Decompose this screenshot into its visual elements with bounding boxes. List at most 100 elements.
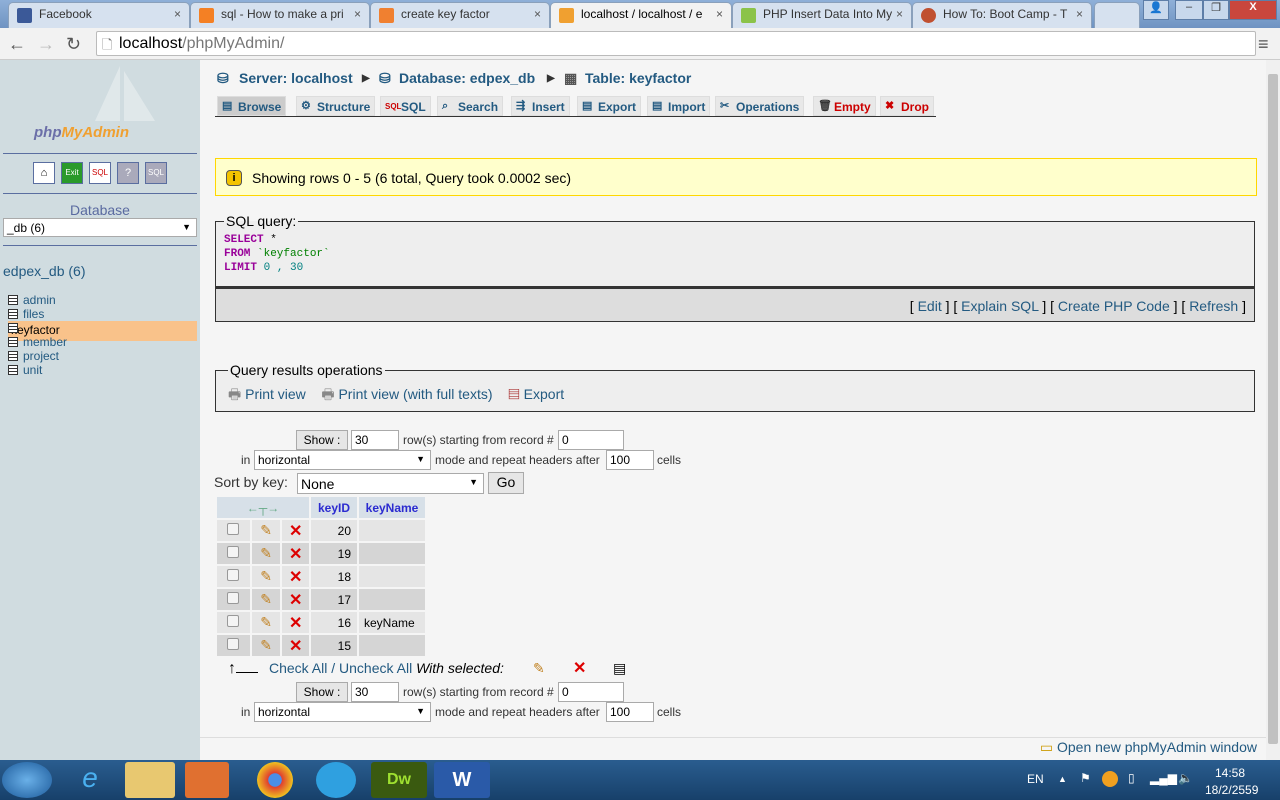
- sidebar-table-member[interactable]: member: [8, 335, 197, 349]
- open-new-window-link[interactable]: Open new phpMyAdmin window: [1057, 739, 1257, 755]
- repeat-headers-input[interactable]: 100: [606, 702, 654, 722]
- tab-search[interactable]: ⌕ Search: [437, 96, 504, 116]
- phpmyadmin-logo[interactable]: phpMyAdmin: [34, 124, 129, 141]
- show-button[interactable]: Show :: [296, 682, 348, 702]
- tab-structure[interactable]: ⚙ Structure: [296, 96, 376, 116]
- uncheck-all-link[interactable]: Uncheck All: [339, 660, 412, 676]
- go-button[interactable]: Go: [488, 472, 524, 494]
- edit-row-icon[interactable]: ✎: [251, 520, 281, 541]
- edit-row-icon[interactable]: ✎: [251, 612, 281, 633]
- breadcrumb-server[interactable]: Server: localhost: [239, 70, 353, 86]
- menu-icon[interactable]: ≡: [1258, 34, 1269, 55]
- edit-selected-icon[interactable]: ✎: [533, 660, 545, 677]
- sidebar-table-unit[interactable]: unit: [8, 363, 197, 377]
- breadcrumb-table[interactable]: Table: keyfactor: [585, 70, 691, 86]
- column-header-keyid[interactable]: keyID: [311, 497, 357, 518]
- close-tab-icon[interactable]: ×: [174, 7, 181, 21]
- vertical-scrollbar[interactable]: [1266, 60, 1280, 760]
- tab-operations[interactable]: ✂ Operations: [715, 96, 805, 116]
- delete-row-icon[interactable]: ✕: [282, 612, 309, 633]
- app-tray-icon[interactable]: [1102, 771, 1118, 787]
- rows-input[interactable]: 30: [351, 430, 399, 450]
- start-record-input[interactable]: 0: [558, 682, 624, 702]
- display-mode-select[interactable]: horizontal ▼: [254, 450, 431, 470]
- tab-empty[interactable]: 🗑 Empty: [813, 96, 876, 116]
- start-button[interactable]: [2, 762, 52, 798]
- media-player-icon[interactable]: [185, 762, 229, 798]
- network-icon[interactable]: ▂▄▆: [1150, 771, 1177, 785]
- edit-row-icon[interactable]: ✎: [251, 566, 281, 587]
- clock-date[interactable]: 18/2/2559: [1205, 783, 1258, 797]
- sql-docs-icon[interactable]: SQL: [145, 162, 167, 184]
- sidebar-table-files[interactable]: files: [8, 307, 197, 321]
- row-checkbox[interactable]: [217, 612, 250, 633]
- tab-drop[interactable]: ✖ Drop: [880, 96, 934, 116]
- close-tab-icon[interactable]: ×: [896, 7, 903, 21]
- close-tab-icon[interactable]: ×: [354, 7, 361, 21]
- delete-row-icon[interactable]: ✕: [282, 520, 309, 541]
- action-center-icon[interactable]: ⚑: [1080, 771, 1091, 785]
- start-record-input[interactable]: 0: [558, 430, 624, 450]
- edit-row-icon[interactable]: ✎: [251, 589, 281, 610]
- tab-sql[interactable]: SQL SQL: [380, 96, 431, 116]
- create-php-code-link[interactable]: Create PHP Code: [1058, 298, 1170, 314]
- breadcrumb-database[interactable]: Database: edpex_db: [399, 70, 535, 86]
- show-button[interactable]: Show :: [296, 430, 348, 450]
- browser-tab[interactable]: sql - How to make a pri ×: [190, 2, 370, 28]
- check-all-link[interactable]: Check All: [269, 660, 327, 676]
- sidebar-table-admin[interactable]: admin: [8, 293, 197, 307]
- display-mode-select[interactable]: horizontal ▼: [254, 702, 431, 722]
- exit-icon[interactable]: Exit: [61, 162, 83, 184]
- row-checkbox[interactable]: [217, 520, 250, 541]
- help-icon[interactable]: ?: [117, 162, 139, 184]
- skype-icon[interactable]: [316, 762, 356, 798]
- delete-row-icon[interactable]: ✕: [282, 543, 309, 564]
- export-link[interactable]: Export: [524, 386, 564, 402]
- tab-import[interactable]: ▤ Import: [647, 96, 711, 116]
- edit-row-icon[interactable]: ✎: [251, 635, 281, 656]
- close-tab-icon[interactable]: ×: [716, 7, 723, 21]
- delete-selected-icon[interactable]: ✕: [573, 658, 586, 678]
- word-icon[interactable]: W: [434, 762, 490, 798]
- sidebar-table-project[interactable]: project: [8, 349, 197, 363]
- refresh-link[interactable]: Refresh: [1189, 298, 1238, 314]
- file-explorer-icon[interactable]: [125, 762, 175, 798]
- home-icon[interactable]: ⌂: [33, 162, 55, 184]
- delete-row-icon[interactable]: ✕: [282, 589, 309, 610]
- close-tab-icon[interactable]: ×: [534, 7, 541, 21]
- row-checkbox[interactable]: [217, 635, 250, 656]
- explain-sql-link[interactable]: Explain SQL: [961, 298, 1038, 314]
- tab-browse[interactable]: ▤ Browse: [217, 96, 287, 116]
- new-tab-button[interactable]: [1094, 2, 1140, 28]
- export-selected-icon[interactable]: ▤: [613, 660, 626, 677]
- minimize-button[interactable]: –: [1175, 0, 1203, 20]
- print-view-full-link[interactable]: Print view (with full texts): [338, 386, 492, 402]
- reload-icon[interactable]: ↻: [66, 34, 81, 55]
- column-header-keyname[interactable]: keyName: [359, 497, 425, 518]
- rows-input[interactable]: 30: [351, 682, 399, 702]
- edit-row-icon[interactable]: ✎: [251, 543, 281, 564]
- edit-query-link[interactable]: Edit: [918, 298, 942, 314]
- close-tab-icon[interactable]: ×: [1076, 7, 1083, 21]
- sql-query-icon[interactable]: SQL: [89, 162, 111, 184]
- repeat-headers-input[interactable]: 100: [606, 450, 654, 470]
- internet-explorer-icon[interactable]: e: [62, 762, 118, 798]
- browser-tab-active[interactable]: localhost / localhost / e ×: [550, 2, 732, 28]
- maximize-button[interactable]: ❐: [1203, 0, 1229, 20]
- scrollbar-thumb[interactable]: [1268, 74, 1278, 744]
- column-resize-icon[interactable]: ←┬→: [217, 497, 309, 518]
- database-title-link[interactable]: edpex_db (6): [3, 263, 86, 279]
- delete-row-icon[interactable]: ✕: [282, 635, 309, 656]
- close-window-button[interactable]: X: [1229, 0, 1277, 20]
- chrome-icon[interactable]: [257, 762, 293, 798]
- forward-icon[interactable]: →: [37, 34, 55, 55]
- language-indicator[interactable]: EN: [1027, 772, 1044, 786]
- row-checkbox[interactable]: [217, 589, 250, 610]
- user-icon[interactable]: 👤: [1143, 0, 1169, 20]
- browser-tab[interactable]: PHP Insert Data Into My ×: [732, 2, 912, 28]
- battery-icon[interactable]: ▯: [1128, 771, 1135, 785]
- browser-tab[interactable]: Facebook ×: [8, 2, 190, 28]
- browser-tab[interactable]: create key factor ×: [370, 2, 550, 28]
- tab-export[interactable]: ▤ Export: [577, 96, 642, 116]
- volume-icon[interactable]: 🔈: [1178, 771, 1193, 785]
